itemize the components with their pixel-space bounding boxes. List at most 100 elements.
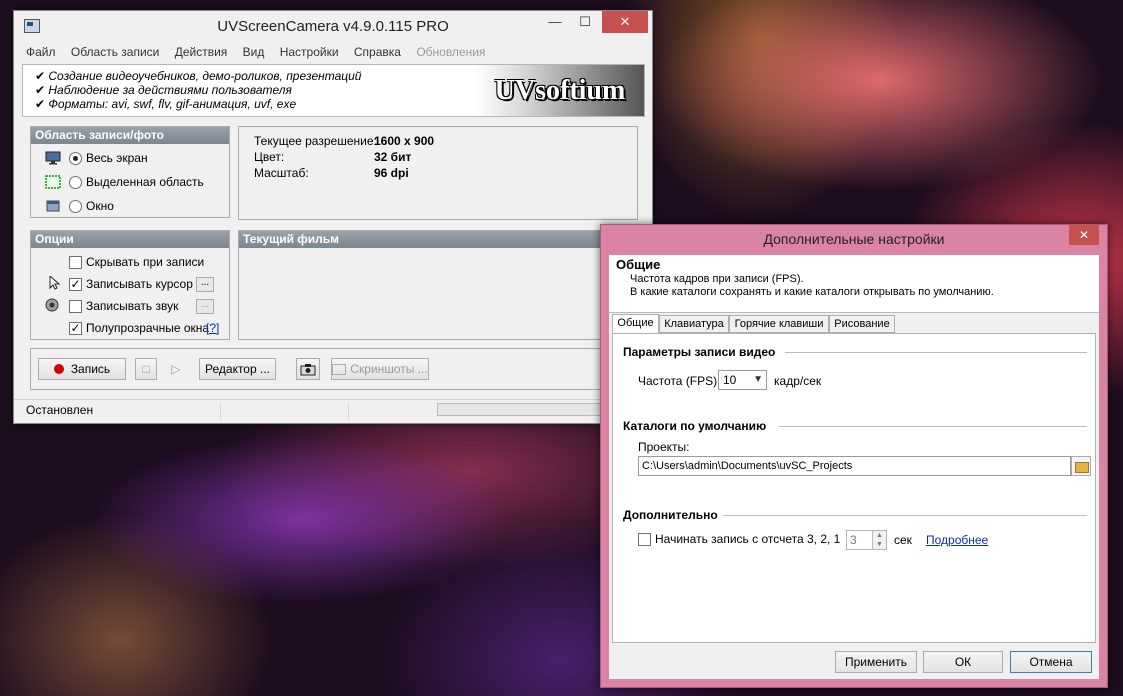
close-button[interactable]: ✕ <box>602 11 648 33</box>
record-area-title: Область записи/фото <box>31 127 229 144</box>
screenshot-button[interactable] <box>296 358 320 380</box>
editor-button[interactable]: Редактор ... <box>199 358 276 380</box>
checkbox-label: Записывать курсор <box>86 277 193 291</box>
sound-settings-button[interactable]: ... <box>196 299 214 314</box>
screenshots-button[interactable]: Скриншоты ... <box>331 358 429 380</box>
section-divider <box>785 352 1087 353</box>
minimize-button[interactable]: — <box>540 11 570 33</box>
scale-label: Масштаб: <box>254 166 309 180</box>
menu-help[interactable]: Справка <box>348 43 407 59</box>
menu-record-area[interactable]: Область записи <box>65 43 166 59</box>
record-cursor-checkbox[interactable]: ✓ Записывать курсор <box>69 274 193 294</box>
current-movie-title: Текущий фильм <box>239 231 637 248</box>
help-link[interactable]: [?] <box>206 321 219 335</box>
dialog-header: Общие Частота кадров при записи (FPS). В… <box>609 255 1099 313</box>
tab-general[interactable]: Общие <box>612 314 659 334</box>
record-sound-checkbox[interactable]: Записывать звук <box>69 296 178 316</box>
radio-selected-area[interactable]: Выделенная область <box>69 172 204 192</box>
main-window: UVScreenCamera v4.9.0.115 PRO — ☐ ✕ Файл… <box>13 10 653 424</box>
fps-select[interactable]: 10 ▼ <box>718 370 767 390</box>
checkbox-box[interactable] <box>638 532 651 546</box>
checkbox-box[interactable] <box>69 255 82 269</box>
stop-button[interactable]: □ <box>135 358 157 380</box>
radio-label: Окно <box>86 199 114 213</box>
record-icon <box>53 364 64 374</box>
dirs-section-title: Каталоги по умолчанию <box>623 419 767 433</box>
scale-value: 96 dpi <box>374 166 409 180</box>
menu-view[interactable]: Вид <box>237 43 271 59</box>
countdown-unit: сек <box>894 533 912 547</box>
section-divider <box>779 426 1087 427</box>
status-divider <box>348 403 349 420</box>
play-button[interactable]: ▷ <box>165 358 187 380</box>
checkbox-box[interactable]: ✓ <box>69 321 82 335</box>
checkbox-box[interactable] <box>69 299 82 313</box>
radio-full-screen[interactable]: Весь экран <box>69 148 148 168</box>
spinner-arrows-icon[interactable]: ▲ ▼ <box>872 531 886 549</box>
general-tab-panel: Параметры записи видео Частота (FPS): 10… <box>612 333 1096 643</box>
radio-dot[interactable] <box>69 199 82 213</box>
main-titlebar[interactable]: UVScreenCamera v4.9.0.115 PRO — ☐ ✕ <box>14 11 652 43</box>
checkbox-label: Полупрозрачные окна <box>86 321 210 335</box>
radio-dot[interactable] <box>69 175 82 189</box>
fps-value: 10 <box>723 373 737 387</box>
fps-label: Частота (FPS): <box>638 374 721 388</box>
cursor-settings-button[interactable]: ... <box>196 277 214 292</box>
more-info-link[interactable]: Подробнее <box>926 533 988 547</box>
extra-section-title: Дополнительно <box>623 508 718 522</box>
dialog-body: Общие Частота кадров при записи (FPS). В… <box>609 255 1099 679</box>
tab-keyboard[interactable]: Клавиатура <box>659 315 729 333</box>
projects-path-input[interactable]: C:\Users\admin\Documents\uvSC_Projects <box>638 456 1071 476</box>
monitor-icon <box>45 151 61 165</box>
status-text: Остановлен <box>26 403 94 417</box>
hide-while-recording-checkbox[interactable]: Скрывать при записи <box>69 252 204 272</box>
countdown-checkbox[interactable]: Начинать запись с отсчета 3, 2, 1 <box>638 529 840 549</box>
countdown-spinner[interactable]: 3 ▲ ▼ <box>846 530 887 550</box>
dialog-close-button[interactable]: ✕ <box>1069 225 1099 245</box>
cursor-icon <box>49 276 61 290</box>
screenshots-label: Скриншоты ... <box>350 362 428 376</box>
tab-drawing[interactable]: Рисование <box>829 315 895 333</box>
header-title: Общие <box>616 257 661 272</box>
checkbox-box[interactable]: ✓ <box>69 277 82 291</box>
color-label: Цвет: <box>254 150 285 164</box>
window-icon <box>46 200 60 212</box>
countdown-value: 3 <box>850 533 857 547</box>
radio-dot[interactable] <box>69 151 82 165</box>
maximize-button[interactable]: ☐ <box>570 11 600 33</box>
options-title: Опции <box>31 231 229 248</box>
camera-icon <box>300 363 316 375</box>
options-group: Опции Скрывать при записи ✓ Записывать к… <box>30 230 230 340</box>
menu-updates[interactable]: Обновления <box>410 43 491 59</box>
projects-label: Проекты: <box>638 440 690 454</box>
banner-line: ✔ Создание видеоучебников, демо-роликов,… <box>35 69 362 83</box>
checkbox-label: Начинать запись с отсчета 3, 2, 1 <box>655 532 841 546</box>
header-desc-1: Частота кадров при записи (FPS). <box>630 273 804 285</box>
tab-hotkeys[interactable]: Горячие клавиши <box>729 315 829 333</box>
chevron-down-icon: ▼ <box>753 374 763 385</box>
ok-button[interactable]: ОК <box>923 651 1003 673</box>
selection-area-icon <box>45 175 61 189</box>
resolution-value: 1600 x 900 <box>374 134 435 148</box>
screen-info-panel: Текущее разрешение: 1600 x 900 Цвет: 32 … <box>238 126 638 220</box>
radio-label: Весь экран <box>86 151 148 165</box>
cancel-button[interactable]: Отмена <box>1010 651 1092 673</box>
banner-line: ✔ Наблюдение за действиями пользователя <box>35 83 292 97</box>
menu-actions[interactable]: Действия <box>169 43 234 59</box>
dialog-title: Дополнительные настройки <box>763 231 945 247</box>
color-value: 32 бит <box>374 150 412 164</box>
menu-bar: Файл Область записи Действия Вид Настрой… <box>20 43 491 63</box>
checkbox-label: Скрывать при записи <box>86 255 205 269</box>
transparent-windows-checkbox[interactable]: ✓ Полупрозрачные окна <box>69 318 209 338</box>
record-label: Запись <box>70 362 111 376</box>
fps-unit: кадр/сек <box>774 374 822 388</box>
record-button[interactable]: Запись <box>38 358 126 380</box>
banner-line: ✔ Форматы: avi, swf, flv, gif-анимация, … <box>35 97 297 111</box>
menu-file[interactable]: Файл <box>20 43 62 59</box>
status-divider <box>220 403 221 420</box>
open-folder-icon[interactable] <box>1071 456 1091 476</box>
uvsoftium-logo: UVsoftium <box>476 65 644 116</box>
radio-window[interactable]: Окно <box>69 196 114 216</box>
apply-button[interactable]: Применить <box>835 651 917 673</box>
menu-settings[interactable]: Настройки <box>274 43 345 59</box>
